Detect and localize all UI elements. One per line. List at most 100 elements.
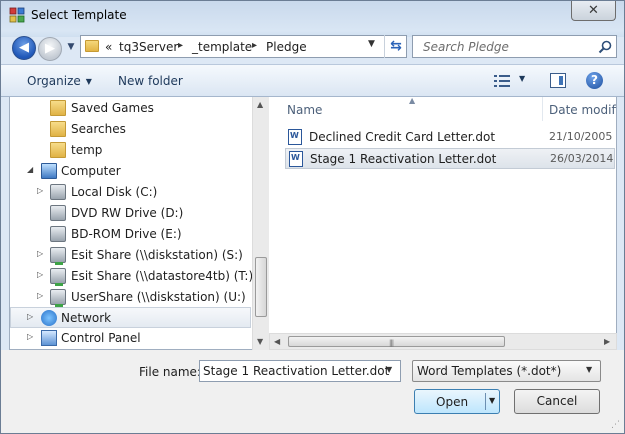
cancel-button[interactable]: Cancel	[514, 389, 600, 414]
network-drive-icon	[50, 289, 66, 307]
nav-item-control-panel[interactable]: ▷ Control Panel	[10, 328, 251, 349]
open-options-dropdown-icon[interactable]: ▼	[489, 396, 495, 405]
word-document-icon	[288, 129, 302, 145]
scroll-right-icon[interactable]: ▶	[604, 337, 610, 346]
chevron-down-icon: ▼	[67, 42, 75, 52]
scroll-left-icon[interactable]: ◀	[274, 337, 280, 346]
expand-icon[interactable]: ▷	[27, 332, 33, 341]
network-drive-icon	[50, 268, 66, 286]
nav-item-label: temp	[71, 143, 103, 157]
file-name-value: Stage 1 Reactivation Letter.dot	[203, 364, 390, 378]
nav-item-label: Esit Share (\\datastore4tb) (T:)	[71, 269, 252, 283]
title-bar: Select Template ✕	[1, 1, 624, 31]
back-arrow-icon: ◀	[19, 40, 29, 55]
new-folder-button[interactable]: New folder	[118, 74, 183, 88]
chevron-down-icon[interactable]: ▼	[386, 365, 392, 374]
help-icon[interactable]: ?	[586, 72, 603, 89]
address-bar[interactable]: « tq3Server ▸ _template ▸ Pledge ▼	[80, 35, 407, 58]
searches-folder-icon	[50, 121, 66, 137]
nav-item-label: Local Disk (C:)	[71, 185, 158, 199]
nav-item-bd-rom-drive-e[interactable]: BD-ROM Drive (E:)	[10, 224, 251, 245]
expand-icon[interactable]: ▷	[37, 249, 43, 258]
scroll-up-icon[interactable]: ▲	[257, 100, 263, 109]
nav-item-label: Computer	[61, 164, 121, 178]
breadcrumb-template[interactable]: _template	[192, 40, 252, 54]
nav-item-computer[interactable]: ◢ Computer	[10, 161, 251, 182]
nav-item-saved-games[interactable]: Saved Games	[10, 98, 251, 119]
nav-item-network[interactable]: ▷ Network	[10, 307, 251, 328]
forward-arrow-icon: ▶	[45, 41, 55, 56]
nav-item-dvd-rw-drive-d[interactable]: DVD RW Drive (D:)	[10, 203, 251, 224]
hard-drive-icon	[50, 184, 66, 200]
expanded-icon[interactable]: ◢	[27, 165, 33, 174]
word-document-icon	[289, 151, 303, 167]
preview-pane-icon[interactable]	[550, 73, 566, 88]
nav-item-label: DVD RW Drive (D:)	[71, 206, 184, 220]
expand-icon[interactable]: ▷	[37, 270, 43, 279]
nav-item-label: BD-ROM Drive (E:)	[71, 227, 182, 241]
nav-item-local-disk-c[interactable]: ▷ Local Disk (C:)	[10, 182, 251, 203]
file-date: 26/03/2014 3	[550, 152, 617, 165]
nav-item-label: Saved Games	[71, 101, 154, 115]
nav-item-esit-share-t[interactable]: ▷ Esit Share (\\datastore4tb) (T:)	[10, 266, 252, 287]
file-type-value: Word Templates (*.dot*)	[417, 364, 562, 378]
control-panel-icon	[41, 330, 57, 346]
file-row[interactable]: Declined Credit Card Letter.dot 21/10/20…	[285, 127, 617, 148]
breadcrumb-pledge[interactable]: Pledge	[266, 40, 307, 54]
resize-grip-icon[interactable]: ⋰	[611, 420, 620, 430]
breadcrumb-tq3server[interactable]: tq3Server	[119, 40, 178, 54]
scrollbar-grip-icon: |||	[389, 339, 394, 347]
file-list-horizontal-scrollbar[interactable]: ◀ ||| ▶	[269, 333, 617, 350]
file-name: Declined Credit Card Letter.dot	[309, 130, 496, 144]
expand-icon[interactable]: ▷	[37, 186, 43, 195]
file-type-select[interactable]: Word Templates (*.dot*) ▼	[412, 360, 601, 382]
nav-item-searches[interactable]: Searches	[10, 119, 251, 140]
file-name-field[interactable]: Stage 1 Reactivation Letter.dot ▼	[199, 360, 401, 382]
scrollbar-thumb[interactable]	[255, 257, 267, 317]
address-dropdown-icon[interactable]: ▼	[368, 39, 375, 49]
back-button[interactable]: ◀	[12, 36, 36, 60]
select-template-dialog: Select Template ✕ ◀ ▶ ▼ « tq3Server ▸ _t…	[0, 0, 625, 434]
recent-locations-button[interactable]: ▼	[65, 41, 77, 53]
scroll-down-icon[interactable]: ▼	[257, 337, 263, 346]
expand-icon[interactable]: ▷	[37, 291, 43, 300]
search-icon[interactable]	[598, 40, 612, 54]
forward-button[interactable]: ▶	[38, 37, 62, 61]
open-label: Open	[436, 395, 469, 409]
optical-drive-icon	[50, 226, 66, 242]
view-options-dropdown-icon[interactable]: ▼	[519, 74, 525, 83]
file-row-selected[interactable]: Stage 1 Reactivation Letter.dot 26/03/20…	[285, 148, 617, 169]
expand-icon[interactable]: ▷	[27, 312, 33, 321]
nav-item-esit-share-s[interactable]: ▷ Esit Share (\\diskstation) (S:)	[10, 245, 251, 266]
navigation-pane-scrollbar[interactable]: ▲ ▼	[252, 97, 269, 350]
close-button[interactable]: ✕	[571, 1, 616, 21]
sort-ascending-icon: ▲	[409, 97, 416, 105]
file-list: ▲ Name Date modifie Declined Credit Card…	[269, 97, 617, 333]
folder-icon	[50, 142, 66, 158]
network-icon	[41, 310, 57, 326]
nav-item-usershare-u[interactable]: ▷ UserShare (\\diskstation) (U:)	[10, 287, 251, 308]
app-icon	[9, 7, 25, 23]
chevron-down-icon: ▼	[586, 365, 593, 374]
breadcrumb-overflow[interactable]: «	[105, 40, 112, 54]
organize-button[interactable]: Organize ▼	[27, 74, 92, 88]
column-divider[interactable]	[542, 97, 543, 121]
breadcrumb-separator-icon[interactable]: ▸	[178, 40, 183, 51]
column-header-name[interactable]: Name	[287, 103, 322, 117]
refresh-icon: ⇆	[390, 38, 402, 54]
scrollbar-thumb[interactable]: |||	[288, 336, 505, 347]
nav-item-temp[interactable]: temp	[10, 140, 251, 161]
optical-drive-icon	[50, 205, 66, 221]
folder-icon	[50, 100, 66, 116]
breadcrumb-separator-icon[interactable]: ▸	[252, 40, 257, 51]
search-input[interactable]: Search Pledge	[412, 35, 617, 58]
change-view-icon[interactable]	[494, 74, 510, 88]
window-title: Select Template	[31, 8, 127, 22]
file-date: 21/10/2005 1	[549, 130, 617, 143]
network-drive-icon	[50, 247, 66, 265]
column-header-date-modified[interactable]: Date modifie	[549, 103, 616, 117]
refresh-button[interactable]: ⇆	[384, 35, 407, 58]
open-button[interactable]: Open ▼	[414, 389, 500, 414]
nav-item-label: Esit Share (\\diskstation) (S:)	[71, 248, 243, 262]
dialog-footer: File name: Stage 1 Reactivation Letter.d…	[1, 350, 624, 433]
